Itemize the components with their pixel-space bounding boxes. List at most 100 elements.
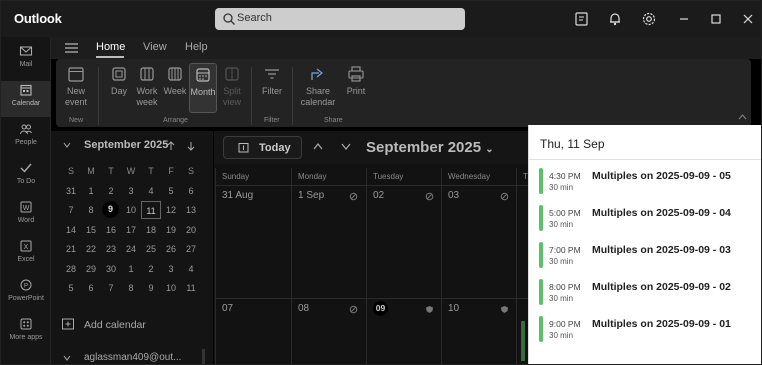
print-button[interactable]: Print	[342, 65, 370, 113]
today-label: Today	[259, 142, 291, 154]
prev-icon[interactable]	[313, 143, 323, 150]
mini-calendar-day[interactable]: 31	[61, 182, 81, 200]
rail-item-word[interactable]: W Word	[1, 198, 51, 234]
rail-item-mail[interactable]: Mail	[1, 42, 51, 78]
view-label: Work week	[136, 86, 158, 107]
day-cell[interactable]: 03	[441, 185, 516, 298]
mini-calendar-day[interactable]: 8	[121, 279, 141, 297]
mini-calendar-day[interactable]: 4	[181, 260, 201, 278]
event-indicator[interactable]	[521, 321, 525, 361]
gear-icon[interactable]	[641, 11, 657, 27]
event-item[interactable]: 8:00 PM 30 min Multiples on 2025-09-09 -…	[539, 279, 754, 307]
mini-calendar-day[interactable]: 27	[181, 240, 201, 258]
mini-calendar-day[interactable]: 25	[141, 240, 161, 258]
mini-calendar-day[interactable]: 5	[161, 182, 181, 200]
hamburger-icon[interactable]	[65, 42, 78, 54]
mini-calendar-day[interactable]: 21	[61, 240, 81, 258]
calendar-title[interactable]: September 2025 ⌄	[366, 139, 494, 156]
collapse-month-icon[interactable]	[63, 142, 71, 148]
view-day-button[interactable]: Day	[106, 65, 132, 113]
next-icon[interactable]	[341, 143, 351, 150]
mini-calendar-day[interactable]: 11	[181, 279, 201, 297]
rail-item-people[interactable]: People	[1, 120, 51, 156]
mini-calendar-day[interactable]: 30	[101, 260, 121, 278]
mini-calendar-day[interactable]: 20	[181, 221, 201, 239]
rail-label: Mail	[19, 61, 33, 68]
mini-calendar-day[interactable]: 10	[161, 279, 181, 297]
mini-calendar-day[interactable]: 6	[181, 182, 201, 200]
mini-calendar-day[interactable]: 5	[61, 279, 81, 297]
mini-calendar-day[interactable]: 16	[101, 221, 121, 239]
weekday-header: T	[108, 166, 114, 176]
mini-calendar-day[interactable]: 22	[81, 240, 101, 258]
new-event-button[interactable]: New event	[60, 65, 92, 113]
bell-icon[interactable]	[607, 11, 623, 27]
tab-view[interactable]: View	[143, 41, 167, 53]
search-box[interactable]: Search	[215, 8, 465, 30]
maximize-icon[interactable]	[708, 11, 724, 27]
mini-calendar-day[interactable]: 17	[121, 221, 141, 239]
close-icon[interactable]	[740, 11, 756, 27]
event-item[interactable]: 4:30 PM 30 min Multiples on 2025-09-09 -…	[539, 168, 754, 196]
collapse-ribbon-icon[interactable]	[738, 114, 747, 120]
view-month-button[interactable]: Month	[189, 63, 217, 113]
mini-calendar-day[interactable]: 19	[161, 221, 181, 239]
day-cell[interactable]: 1 Sep	[291, 185, 366, 298]
mini-calendar-day[interactable]: 13	[181, 201, 201, 219]
view-week-button[interactable]: Week	[162, 65, 188, 113]
day-cell[interactable]: 02	[366, 185, 441, 298]
mini-calendar-day[interactable]: 7	[61, 201, 81, 219]
chevron-down-icon[interactable]	[63, 355, 71, 361]
arrow-up-icon[interactable]	[167, 141, 175, 151]
add-calendar-link[interactable]: Add calendar	[84, 319, 146, 331]
mini-calendar-day[interactable]: 2	[101, 182, 121, 200]
mini-calendar-day[interactable]: 6	[81, 279, 101, 297]
share-calendar-button[interactable]: Share calendar	[296, 65, 340, 113]
mini-calendar-day[interactable]: 4	[141, 182, 161, 200]
event-item[interactable]: 5:00 PM 30 min Multiples on 2025-09-09 -…	[539, 205, 754, 233]
day-cell[interactable]: 31 Aug	[215, 185, 291, 298]
rail-item-todo[interactable]: To Do	[1, 159, 51, 195]
mini-calendar-day[interactable]: 2	[141, 260, 161, 278]
rail-item-excel[interactable]: X Excel	[1, 237, 51, 273]
account-label[interactable]: aglassman409@out...	[84, 352, 181, 363]
svg-text:W: W	[23, 205, 30, 212]
print-icon	[348, 66, 364, 82]
mini-calendar-day[interactable]: 8	[81, 201, 101, 219]
rail-item-calendar[interactable]: Calendar	[1, 81, 51, 117]
rail-item-powerpoint[interactable]: P PowerPoint	[1, 276, 51, 312]
rail-item-more-apps[interactable]: More apps	[1, 315, 51, 351]
note-icon[interactable]	[574, 11, 590, 27]
day-cell[interactable]: 07	[215, 298, 291, 364]
mini-calendar-day[interactable]: 24	[121, 240, 141, 258]
mini-calendar-day[interactable]: 7	[101, 279, 121, 297]
mini-calendar-day[interactable]: 10	[121, 201, 141, 219]
mini-calendar-day[interactable]: 1	[121, 260, 141, 278]
mini-calendar-day[interactable]: 15	[81, 221, 101, 239]
mini-calendar-day[interactable]: 29	[81, 260, 101, 278]
mini-calendar-day[interactable]: 28	[61, 260, 81, 278]
mini-calendar-day[interactable]: 12	[161, 201, 181, 219]
rail-label: PowerPoint	[8, 295, 44, 302]
mini-calendar-day[interactable]: 9	[102, 201, 119, 218]
today-button[interactable]: Today	[223, 136, 302, 159]
mini-calendar-day[interactable]: 11	[141, 201, 161, 219]
mini-calendar-day[interactable]: 3	[161, 260, 181, 278]
mini-calendar-day[interactable]: 3	[121, 182, 141, 200]
view-work-week-button[interactable]: Work week	[134, 65, 160, 113]
minimize-icon[interactable]	[676, 11, 692, 27]
arrow-down-icon[interactable]	[187, 141, 195, 151]
scrollbar[interactable]	[202, 349, 205, 364]
mini-calendar-day[interactable]: 1	[81, 182, 101, 200]
mini-calendar-day[interactable]: 14	[61, 221, 81, 239]
tab-help[interactable]: Help	[185, 41, 208, 53]
event-item[interactable]: 7:00 PM 30 min Multiples on 2025-09-09 -…	[539, 242, 754, 270]
mini-calendar-day[interactable]: 26	[161, 240, 181, 258]
mini-calendar-day[interactable]: 18	[141, 221, 161, 239]
filter-button[interactable]: Filter	[259, 65, 285, 113]
mini-calendar-day[interactable]: 9	[141, 279, 161, 297]
tab-home[interactable]: Home	[96, 41, 125, 53]
event-item[interactable]: 9:00 PM 30 min Multiples on 2025-09-09 -…	[539, 316, 754, 344]
group-arrange: Arrange	[163, 117, 188, 124]
mini-calendar-day[interactable]: 23	[101, 240, 121, 258]
